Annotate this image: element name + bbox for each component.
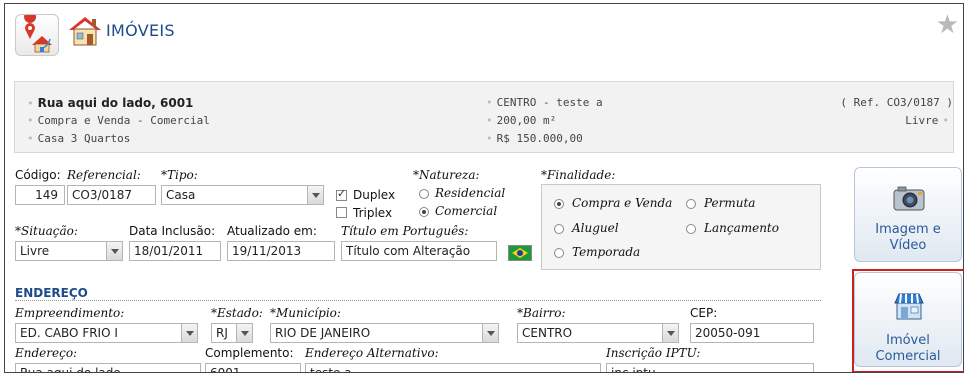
bullet-icon: •	[27, 132, 34, 145]
natureza-label: *Natureza:	[413, 168, 480, 182]
empreendimento-select[interactable]: ED. CABO FRIO I	[15, 323, 198, 343]
chevron-down-icon	[482, 324, 498, 342]
duplex-checkbox[interactable]	[336, 187, 347, 201]
iptu-label: Inscrição IPTU:	[606, 346, 701, 360]
endereco-label: Endereço:	[15, 346, 78, 360]
titulo-field[interactable]: Título com Alteração	[341, 241, 497, 261]
property-editor-window: IMÓVEIS ★ • Rua aqui do lado, 6001 • Compr…	[4, 3, 964, 373]
situacao-label: *Situação:	[15, 224, 78, 238]
natureza-residencial-label: Residencial	[435, 186, 506, 200]
municipio-select[interactable]: RIO DE JANEIRO	[270, 323, 499, 343]
referencial-label: Referencial:	[67, 168, 141, 182]
chevron-down-icon	[181, 324, 197, 342]
triplex-label: Triplex	[353, 206, 393, 220]
cep-label: CEP:	[690, 306, 718, 320]
store-icon	[894, 293, 924, 320]
summary-price: R$ 150.000,00	[496, 132, 583, 145]
bullet-icon: •	[486, 96, 493, 109]
summary-ref: ( Ref. CO3/0187 )	[840, 96, 953, 109]
finalidade-aluguel-radio[interactable]	[554, 224, 564, 234]
summary-address: Rua aqui do lado, 6001	[37, 96, 194, 110]
finalidade-temporada-label: Temporada	[572, 245, 641, 259]
complemento-field[interactable]: 6001	[205, 363, 301, 372]
chevron-down-icon	[307, 186, 323, 204]
codigo-field[interactable]: 149	[15, 185, 65, 205]
page-title: IMÓVEIS	[106, 21, 175, 40]
endereco-field[interactable]: Rua aqui do lado	[15, 363, 201, 372]
image-video-button[interactable]: Imagem e Vídeo	[854, 167, 962, 262]
complemento-label: Complemento:	[205, 346, 294, 360]
estado-label: *Estado:	[211, 306, 263, 320]
situacao-value: Livre	[20, 244, 50, 258]
data-inclusao-field[interactable]: 18/01/2011	[129, 241, 221, 261]
finalidade-permuta-radio[interactable]	[686, 199, 696, 209]
tipo-value: Casa	[166, 188, 196, 202]
natureza-residencial-radio[interactable]	[419, 189, 429, 199]
home-location-icon	[24, 11, 52, 53]
bullet-icon: •	[27, 114, 34, 127]
section-divider	[15, 300, 821, 301]
referencial-field[interactable]: CO3/0187	[67, 185, 156, 205]
bullet-icon: •	[486, 132, 493, 145]
cep-field[interactable]: 20050-091	[690, 323, 814, 343]
finalidade-permuta-label: Permuta	[704, 196, 756, 210]
summary-description: Casa 3 Quartos	[37, 132, 131, 145]
bullet-icon: •	[486, 114, 493, 127]
image-video-label-2: Vídeo	[889, 238, 927, 253]
finalidade-group: Compra e Venda Permuta Aluguel Lançament…	[541, 184, 821, 270]
image-video-label-1: Imagem e	[875, 222, 941, 237]
finalidade-aluguel-label: Aluguel	[572, 221, 619, 235]
brazil-flag-icon[interactable]	[508, 245, 532, 261]
estado-select[interactable]: RJ	[211, 323, 253, 343]
page-header: IMÓVEIS ★	[5, 4, 963, 64]
tipo-label: *Tipo:	[161, 168, 198, 182]
tipo-select[interactable]: Casa	[161, 185, 324, 205]
favorite-star-icon[interactable]: ★	[936, 12, 959, 38]
chevron-down-icon	[236, 324, 252, 342]
bairro-value: CENTRO	[522, 326, 573, 340]
commercial-property-button[interactable]: Imóvel Comercial	[854, 272, 962, 367]
finalidade-temporada-radio[interactable]	[554, 248, 564, 258]
summary-transaction: Compra e Venda - Comercial	[37, 114, 210, 127]
iptu-field[interactable]: inc iptu	[606, 363, 814, 372]
codigo-label: Código:	[15, 168, 61, 182]
finalidade-label: *Finalidade:	[541, 168, 616, 182]
atualizado-em-field[interactable]: 19/11/2013	[227, 241, 335, 261]
data-inclusao-label: Data Inclusão:	[129, 224, 216, 238]
triplex-checkbox[interactable]	[336, 207, 347, 218]
camera-icon	[893, 186, 925, 211]
endereco-alternativo-field[interactable]: teste a	[305, 363, 601, 372]
bairro-select[interactable]: CENTRO	[517, 323, 679, 343]
municipio-label: *Município:	[270, 306, 341, 320]
finalidade-compra-venda-radio[interactable]	[554, 199, 564, 209]
commercial-label-2: Comercial	[875, 349, 941, 364]
chevron-down-icon	[662, 324, 678, 342]
endereco-section-title: ENDEREÇO	[15, 286, 88, 300]
finalidade-compra-venda-label: Compra e Venda	[572, 196, 673, 210]
bairro-label: *Bairro:	[517, 306, 566, 320]
chevron-down-icon	[106, 242, 122, 260]
situacao-select[interactable]: Livre	[15, 241, 123, 261]
property-summary: • Rua aqui do lado, 6001 • Compra e Venda …	[14, 81, 954, 153]
natureza-comercial-radio[interactable]	[419, 207, 429, 217]
finalidade-lancamento-label: Lançamento	[704, 221, 779, 235]
duplex-label: Duplex	[353, 188, 396, 202]
natureza-comercial-label: Comercial	[435, 204, 498, 218]
summary-neighborhood: CENTRO - teste a	[496, 96, 603, 109]
finalidade-lancamento-radio[interactable]	[686, 224, 696, 234]
empreendimento-label: Empreendimento:	[15, 306, 125, 320]
atualizado-em-label: Atualizado em:	[227, 224, 317, 238]
house-icon	[69, 17, 101, 46]
commercial-label-1: Imóvel	[886, 333, 930, 348]
estado-value: RJ	[216, 326, 228, 340]
titulo-label: Título em Português:	[341, 224, 469, 238]
bullet-icon: •	[27, 97, 34, 110]
bullet-icon: •	[942, 114, 949, 127]
summary-area: 200,00 m²	[496, 114, 557, 127]
home-button[interactable]	[15, 11, 59, 56]
empreendimento-value: ED. CABO FRIO I	[20, 326, 118, 340]
summary-status: Livre	[905, 114, 939, 127]
municipio-value: RIO DE JANEIRO	[275, 326, 371, 340]
endereco-alternativo-label: Endereço Alternativo:	[305, 346, 439, 360]
